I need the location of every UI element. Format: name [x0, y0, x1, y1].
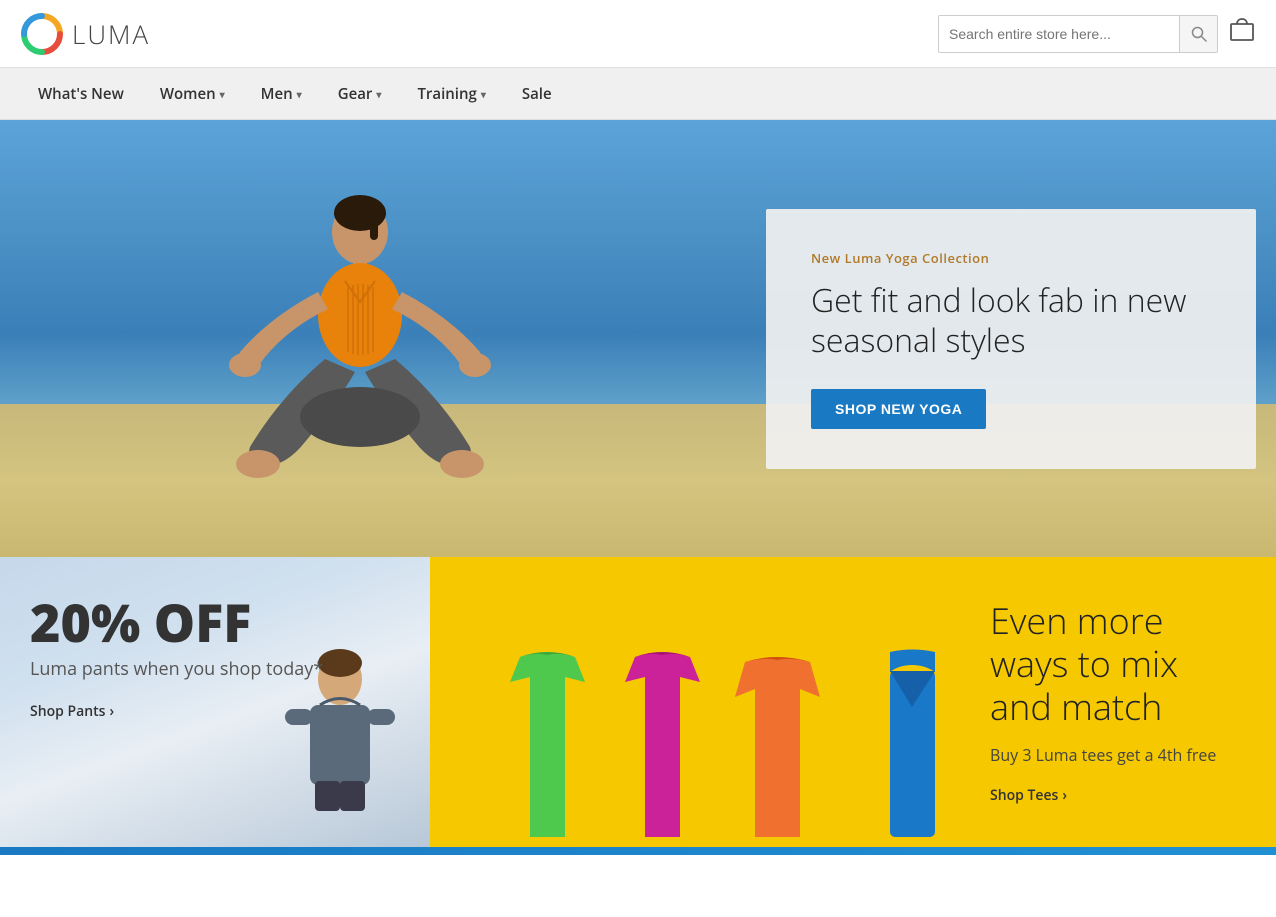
green-tank-svg	[490, 647, 605, 847]
nav-item-men[interactable]: Men ▾	[243, 68, 320, 119]
pink-tank-svg	[605, 647, 720, 847]
chevron-down-icon: ▾	[376, 87, 381, 101]
hero-banner: New Luma Yoga Collection Get fit and loo…	[0, 120, 1276, 557]
logo-text: LUMA	[72, 16, 150, 52]
search-box[interactable]	[938, 15, 1218, 53]
shop-tees-link[interactable]: Shop Tees ›	[990, 786, 1246, 805]
pants-promo-text: Luma pants when you shop today*	[30, 657, 400, 682]
tees-promo-subtitle: Buy 3 Luma tees get a 4th free	[990, 744, 1246, 766]
nav-item-sale[interactable]: Sale	[504, 68, 570, 119]
navbar: What's New Women ▾ Men ▾ Gear ▾ Training…	[0, 68, 1276, 120]
nav-item-women[interactable]: Women ▾	[142, 68, 243, 119]
logo-area[interactable]: LUMA	[20, 12, 150, 56]
hero-figure	[200, 147, 520, 497]
banner-tees: Even more ways to mix and match Buy 3 Lu…	[430, 557, 1276, 847]
hero-promo-card: New Luma Yoga Collection Get fit and loo…	[766, 209, 1256, 469]
pants-banner-content: 20% OFF Luma pants when you shop today* …	[30, 597, 400, 721]
promo-subtitle: New Luma Yoga Collection	[811, 249, 1211, 267]
chevron-down-icon: ▾	[481, 87, 486, 101]
bottom-accent-bar	[0, 847, 1276, 855]
shop-pants-link[interactable]: Shop Pants ›	[30, 702, 400, 721]
nav-items: What's New Women ▾ Men ▾ Gear ▾ Training…	[20, 68, 570, 119]
orange-tank-svg	[720, 647, 835, 847]
nav-item-whats-new[interactable]: What's New	[20, 68, 142, 119]
arrow-icon: ›	[1062, 786, 1067, 805]
chevron-down-icon: ▾	[220, 87, 225, 101]
header-right	[938, 15, 1256, 53]
cart-icon	[1228, 16, 1256, 44]
search-input[interactable]	[939, 16, 1179, 52]
banner-pants: 20% OFF Luma pants when you shop today* …	[0, 557, 430, 847]
shop-new-yoga-button[interactable]: Shop New Yoga	[811, 389, 986, 429]
tees-promo-content: Even more ways to mix and match Buy 3 Lu…	[970, 569, 1276, 836]
logo-icon	[20, 12, 64, 56]
tees-shirts-area	[430, 557, 970, 847]
nav-item-gear[interactable]: Gear ▾	[320, 68, 400, 119]
search-icon	[1191, 26, 1207, 42]
promo-title: Get fit and look fab in new seasonal sty…	[811, 281, 1211, 361]
pants-discount-text: 20% OFF	[30, 597, 400, 649]
tees-promo-title: Even more ways to mix and match	[990, 599, 1246, 729]
site-header: LUMA	[0, 0, 1276, 68]
cart-button[interactable]	[1228, 16, 1256, 51]
chevron-down-icon: ▾	[297, 87, 302, 101]
search-button[interactable]	[1179, 16, 1217, 52]
yoga-figure-svg	[210, 177, 510, 497]
blue-tank-svg	[855, 647, 970, 847]
nav-item-training[interactable]: Training ▾	[399, 68, 503, 119]
arrow-icon: ›	[109, 702, 114, 721]
bottom-banners: 20% OFF Luma pants when you shop today* …	[0, 557, 1276, 847]
